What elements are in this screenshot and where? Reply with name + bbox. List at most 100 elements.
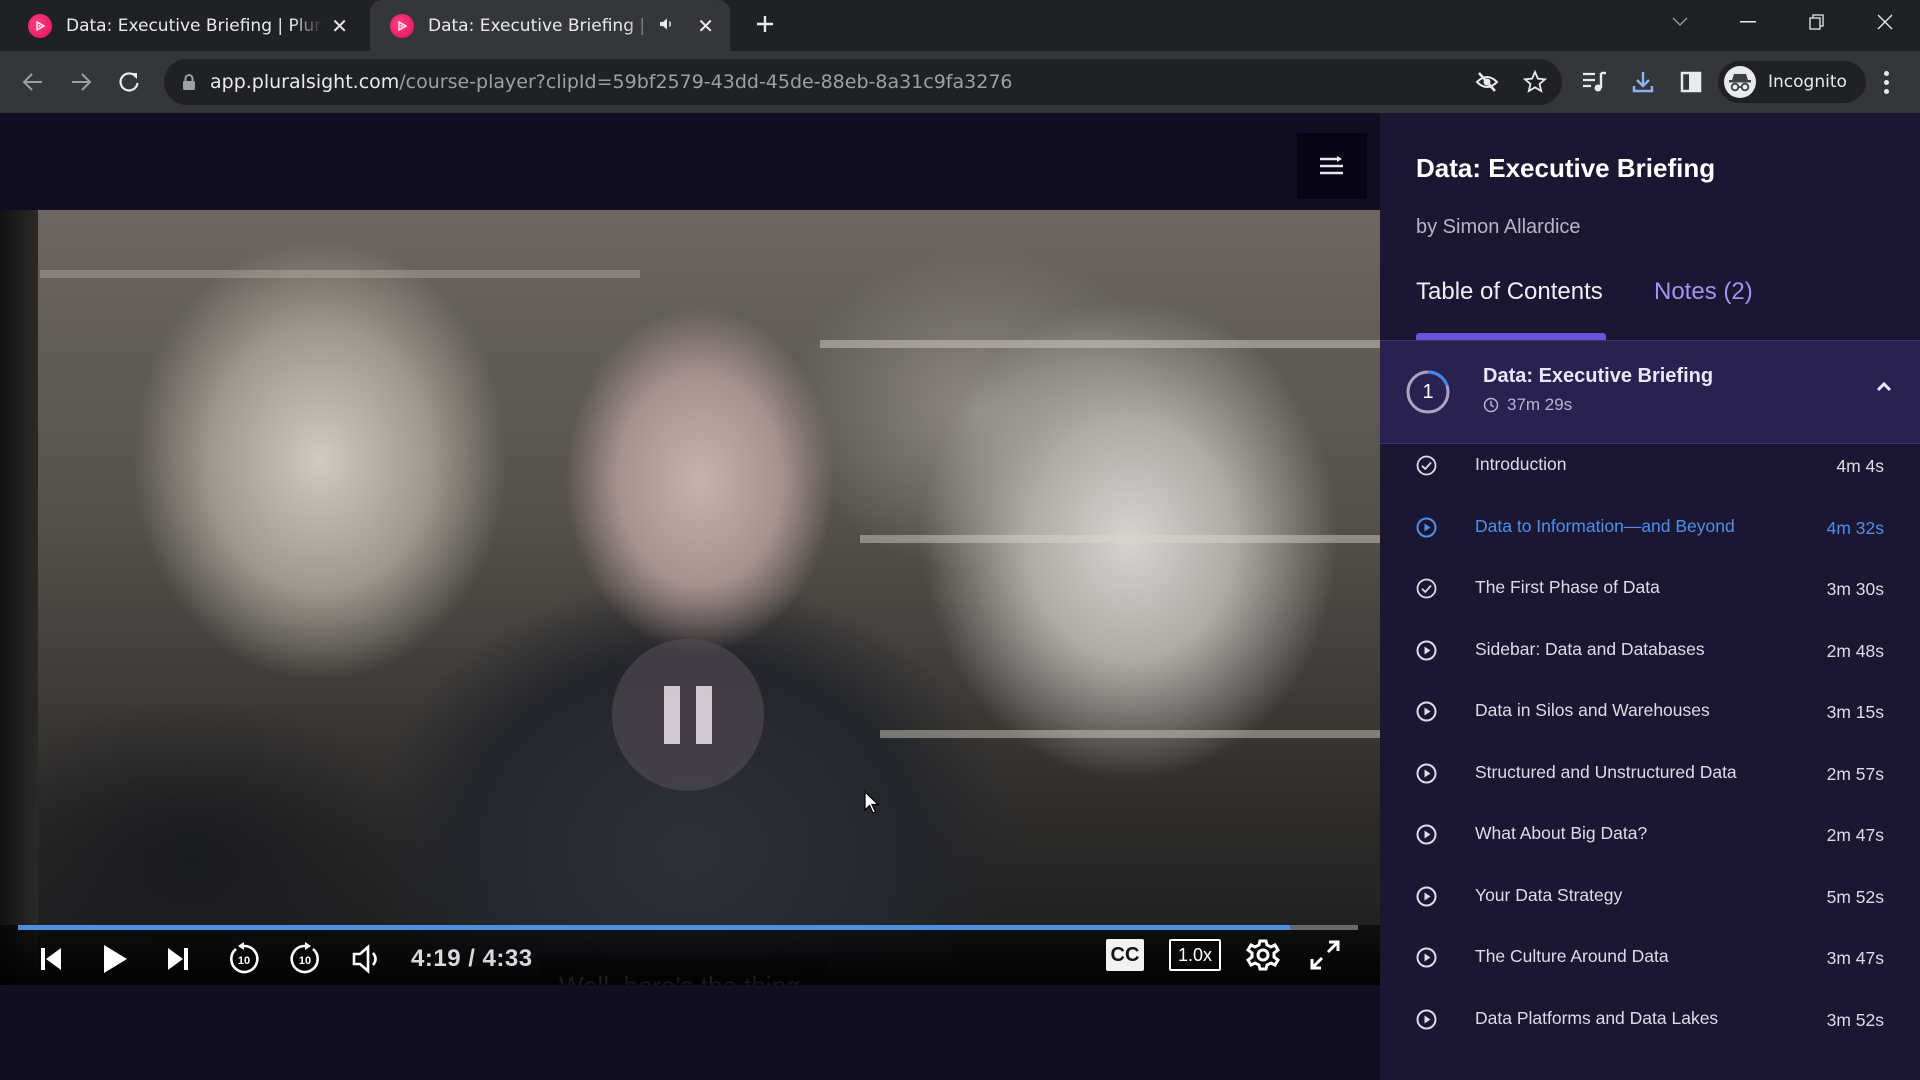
browser-menu-kebab-icon[interactable]: [1874, 65, 1898, 99]
play-circle-icon: [1416, 886, 1437, 906]
clip-title: Data to Information—and Beyond: [1475, 515, 1735, 536]
play-icon[interactable]: [98, 937, 132, 981]
incognito-profile-button[interactable]: Incognito: [1718, 61, 1866, 103]
seek-bar[interactable]: [18, 925, 1358, 930]
forward-arrow-icon[interactable]: [64, 65, 98, 99]
address-bar[interactable]: app.pluralsight.com/course-player?clipId…: [164, 59, 1562, 105]
player-footer-area: [0, 985, 1380, 1080]
url-host: app.pluralsight.com: [210, 71, 400, 93]
browser-tab-2-active[interactable]: Data: Executive Briefing | Pluralsight ✕: [370, 0, 730, 51]
minimize-icon[interactable]: [1718, 0, 1778, 44]
restore-icon[interactable]: [1786, 0, 1846, 44]
clip-list-item[interactable]: Your Data Strategy 5m 52s: [1380, 876, 1920, 938]
clip-title: Introduction: [1475, 454, 1567, 474]
shelf-decoration: [820, 340, 1380, 348]
clip-duration: 5m 52s: [1826, 886, 1884, 907]
clip-list-item[interactable]: The First Phase of Data 3m 30s: [1380, 568, 1920, 630]
play-circle-icon: [1416, 517, 1437, 537]
play-circle-icon: [1416, 763, 1437, 783]
shelf-decoration: [40, 270, 640, 278]
list-collapse-icon: [1320, 156, 1343, 175]
bookmark-star-icon[interactable]: [1519, 66, 1551, 98]
forward-10-seconds-icon[interactable]: 10: [285, 937, 325, 981]
toggle-sidebar-button[interactable]: [1297, 133, 1367, 199]
next-clip-icon[interactable]: [163, 937, 193, 981]
incognito-label: Incognito: [1768, 72, 1847, 92]
tab-search-chevron-icon[interactable]: [1650, 0, 1710, 44]
module-header[interactable]: 1 Data: Executive Briefing 37m 29s: [1380, 340, 1920, 444]
rewind-10-seconds-icon[interactable]: 10: [224, 937, 264, 981]
clip-duration: 3m 15s: [1826, 702, 1884, 722]
clip-title: The Culture Around Data: [1475, 946, 1669, 966]
previous-clip-icon[interactable]: [36, 937, 66, 981]
tab-title: Data: Executive Briefing | Pluralsight: [428, 15, 653, 36]
svg-text:10: 10: [238, 955, 250, 967]
active-tab-indicator: [1416, 333, 1606, 340]
player-controls-bar: 10 10 4:19 / 4:33 CC 1.0x: [0, 925, 1380, 985]
clip-duration: 3m 30s: [1826, 579, 1884, 599]
module-title: Data: Executive Briefing: [1483, 365, 1714, 387]
video-frame[interactable]: Well, here's the thing.: [0, 210, 1380, 985]
clip-list-item[interactable]: Data to Information—and Beyond 4m 32s: [1380, 507, 1920, 569]
course-title: Data: Executive Briefing: [1416, 153, 1716, 183]
clip-duration: 4m 32s: [1826, 517, 1884, 538]
play-circle-icon: [1416, 640, 1437, 660]
clip-list-item[interactable]: Data in Silos and Warehouses 3m 15s: [1380, 691, 1920, 753]
new-tab-plus-icon[interactable]: [748, 8, 782, 42]
media-queue-icon[interactable]: [1578, 65, 1612, 99]
side-panel-icon[interactable]: [1674, 65, 1708, 99]
volume-icon[interactable]: [348, 937, 386, 981]
browser-tab-strip: Data: Executive Briefing | Pluralsight ✕…: [0, 0, 1920, 51]
play-circle-icon: [1416, 701, 1437, 722]
clock-icon: [1483, 397, 1499, 413]
lock-icon[interactable]: [182, 74, 196, 90]
mouse-cursor-icon: [864, 791, 880, 814]
shelf-decoration: [860, 535, 1380, 543]
reload-icon[interactable]: [112, 65, 146, 99]
browser-tab-1[interactable]: Data: Executive Briefing | Pluralsight ✕: [8, 0, 364, 51]
tab-title: Data: Executive Briefing | Pluralsight: [66, 15, 323, 36]
module-duration-text: 37m 29s: [1507, 395, 1573, 414]
clip-list-item[interactable]: The Culture Around Data 3m 47s: [1380, 937, 1920, 999]
check-circle-icon: [1416, 578, 1437, 599]
video-player: Well, here's the thing. 10 10 4:19 / 4:3…: [0, 113, 1380, 1080]
play-circle-icon: [1416, 1009, 1437, 1029]
play-circle-icon: [1416, 947, 1437, 968]
pause-bar-icon: [696, 686, 712, 744]
window-close-icon[interactable]: [1855, 0, 1915, 44]
clip-list-item[interactable]: Data Platforms and Data Lakes 3m 52s: [1380, 999, 1920, 1061]
tab-audio-playing-icon[interactable]: [659, 17, 675, 35]
pluralsight-favicon-icon: [28, 13, 52, 38]
clip-list-item[interactable]: What About Big Data? 2m 47s: [1380, 814, 1920, 876]
clip-list-item[interactable]: Introduction 4m 4s: [1380, 445, 1920, 507]
closed-captions-button[interactable]: CC: [1106, 939, 1144, 971]
clip-list: Introduction 4m 4s Data to Information—and…: [1380, 445, 1920, 1060]
module-number: 1: [1422, 381, 1434, 403]
clip-duration: 2m 47s: [1826, 825, 1884, 845]
svg-text:10: 10: [299, 955, 311, 967]
back-arrow-icon[interactable]: [16, 65, 50, 99]
clip-title: Structured and Unstructured Data: [1475, 761, 1737, 782]
tab-close-icon[interactable]: ✕: [331, 16, 348, 36]
clip-title: What About Big Data?: [1475, 823, 1648, 843]
clip-list-item[interactable]: Sidebar: Data and Databases 2m 48s: [1380, 630, 1920, 692]
clip-title: The First Phase of Data: [1475, 577, 1660, 597]
tab-close-icon[interactable]: ✕: [697, 16, 714, 36]
settings-gear-icon[interactable]: [1243, 935, 1283, 975]
tracking-protection-eye-slash-icon[interactable]: [1471, 66, 1503, 98]
tab-notes[interactable]: Notes (2): [1654, 278, 1753, 306]
clip-list-item[interactable]: Structured and Unstructured Data 2m 57s: [1380, 753, 1920, 815]
playback-speed-button[interactable]: 1.0x: [1169, 939, 1221, 971]
fullscreen-expand-icon[interactable]: [1305, 935, 1345, 975]
center-pause-button[interactable]: [612, 639, 764, 791]
tab-table-of-contents[interactable]: Table of Contents: [1416, 278, 1603, 306]
download-icon[interactable]: [1626, 65, 1660, 99]
course-author: by Simon Allardice: [1416, 216, 1581, 238]
clip-title: Sidebar: Data and Databases: [1475, 638, 1705, 659]
incognito-icon: [1724, 66, 1756, 98]
play-circle-icon: [1416, 824, 1437, 845]
course-sidebar: Data: Executive Briefing by Simon Allard…: [1380, 113, 1920, 1080]
timecode: 4:19 / 4:33: [411, 945, 533, 972]
chevron-up-icon[interactable]: [1872, 375, 1896, 399]
url-text[interactable]: app.pluralsight.com/course-player?clipId…: [210, 71, 1013, 93]
